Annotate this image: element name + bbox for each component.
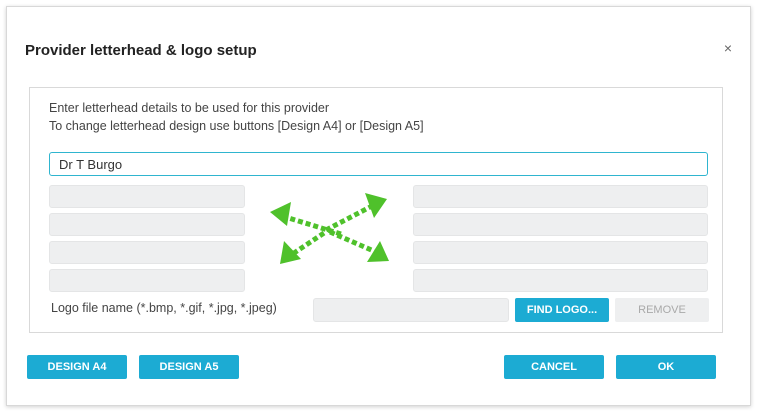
design-a5-button[interactable]: DESIGN A5 [139,355,239,379]
ok-button[interactable]: OK [616,355,716,379]
close-icon[interactable]: × [721,41,735,55]
instruction-line-1: Enter letterhead details to be used for … [49,101,330,115]
letterhead-dialog: Provider letterhead & logo setup × Enter… [6,6,751,406]
cancel-button[interactable]: CANCEL [504,355,604,379]
logo-file-input[interactable] [313,298,509,322]
remove-logo-button: REMOVE [615,298,709,322]
letterhead-right-field-1[interactable] [413,185,708,208]
instruction-line-2: To change letterhead design use buttons … [49,119,424,133]
letterhead-right-field-4[interactable] [413,269,708,292]
letterhead-left-field-1[interactable] [49,185,245,208]
letterhead-panel: Enter letterhead details to be used for … [29,87,723,333]
letterhead-left-field-2[interactable] [49,213,245,236]
logo-file-label: Logo file name (*.bmp, *.gif, *.jpg, *.j… [51,301,277,315]
instructions: Enter letterhead details to be used for … [49,99,424,135]
dialog-title: Provider letterhead & logo setup [25,42,257,59]
provider-name-input[interactable] [49,152,708,176]
letterhead-right-field-3[interactable] [413,241,708,264]
crossed-arrows-icon [270,193,389,264]
design-a4-button[interactable]: DESIGN A4 [27,355,127,379]
letterhead-right-field-2[interactable] [413,213,708,236]
letterhead-left-field-3[interactable] [49,241,245,264]
letterhead-left-field-4[interactable] [49,269,245,292]
find-logo-button[interactable]: FIND LOGO... [515,298,609,322]
